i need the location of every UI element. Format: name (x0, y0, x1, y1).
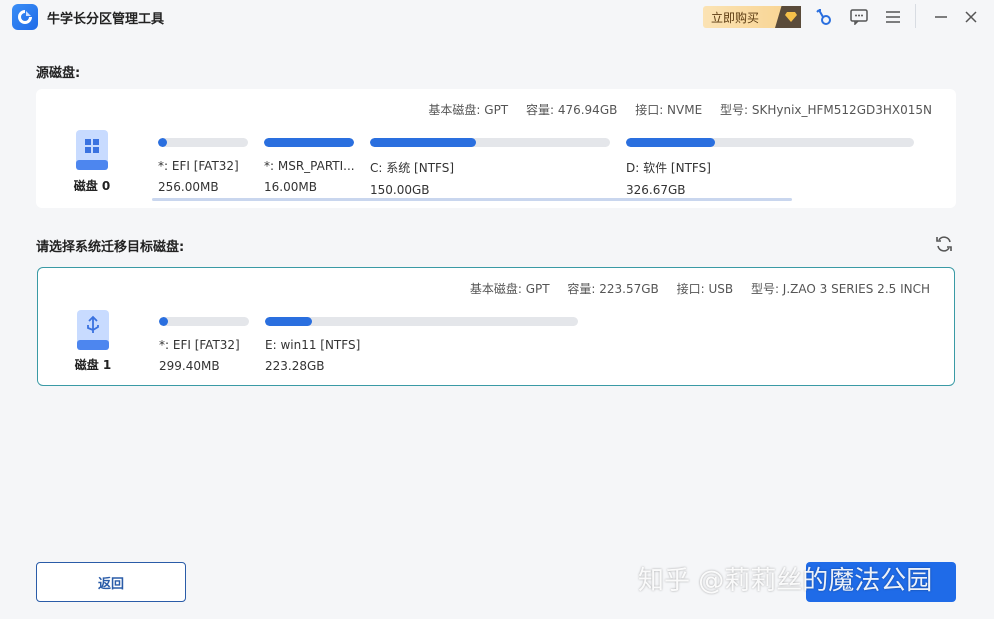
usb-disk-icon (76, 309, 110, 353)
title-bar: 牛学长分区管理工具 立即购买 (0, 0, 994, 34)
target-disk-label: 请选择系统迁移目标磁盘: (36, 240, 185, 255)
app-logo-icon (12, 4, 38, 30)
partition-usage-bar (158, 138, 248, 147)
back-button[interactable]: 返回 (36, 562, 186, 602)
partition-usage-fill (265, 317, 312, 326)
buy-now-button[interactable]: 立即购买 (703, 6, 801, 28)
disk-interface: 接口: USB (676, 282, 734, 296)
partition-usage-fill (159, 317, 168, 326)
partition-usage-bar (265, 317, 578, 326)
partition-name: *: MSR_PARTI... (264, 159, 354, 173)
partition-name: D: 软件 [NTFS] (626, 161, 711, 175)
partition-usage-fill (370, 138, 476, 147)
disk-capacity: 容量: 476.94GB (525, 103, 618, 117)
disk-type: 基本磁盘: GPT (428, 103, 509, 117)
source-disk-meta: 基本磁盘: GPT 容量: 476.94GB 接口: NVME 型号: SKHy… (414, 101, 932, 118)
app-window: 牛学长分区管理工具 立即购买 源磁盘: 基本磁盘: GPT 容量: 476.94… (0, 0, 994, 619)
target-disk-meta: 基本磁盘: GPT 容量: 223.57GB 接口: USB 型号: J.ZAO… (456, 280, 930, 297)
partition-size: 150.00GB (370, 183, 430, 197)
partition-usage-fill (264, 138, 354, 147)
title-bar-divider (915, 4, 916, 28)
watermark: 知乎 @莉莉丝的魔法公园 (638, 566, 933, 596)
partition-usage-fill (626, 138, 716, 147)
partition-size: 256.00MB (158, 180, 219, 194)
partition-size: 326.67GB (626, 183, 686, 197)
refresh-icon[interactable] (934, 234, 954, 254)
source-disk-label: 源磁盘: (36, 66, 81, 81)
disk-model: 型号: SKHynix_HFM512GD3HX015N (720, 103, 932, 117)
partition-name: *: EFI [FAT32] (159, 338, 240, 352)
feedback-icon[interactable] (848, 6, 870, 28)
partition-size: 223.28GB (265, 359, 325, 373)
menu-icon[interactable] (882, 6, 904, 28)
key-icon[interactable] (813, 6, 835, 28)
partition-efi[interactable]: *: EFI [FAT32] 299.40MB (159, 317, 249, 373)
partition-usage-bar (264, 138, 354, 147)
partition-size: 299.40MB (159, 359, 220, 373)
partition-usage-bar (370, 138, 610, 147)
partition-size: 16.00MB (264, 180, 317, 194)
partition-efi[interactable]: *: EFI [FAT32] 256.00MB (158, 138, 248, 194)
app-title: 牛学长分区管理工具 (47, 12, 165, 27)
target-disk-panel[interactable]: 基本磁盘: GPT 容量: 223.57GB 接口: USB 型号: J.ZAO… (37, 267, 955, 386)
hard-disk-icon (75, 129, 109, 173)
back-button-label: 返回 (97, 576, 124, 592)
partition-d[interactable]: D: 软件 [NTFS] 326.67GB (626, 138, 914, 197)
diamond-icon (775, 6, 801, 28)
partition-usage-bar (626, 138, 914, 147)
target-disk-name: 磁盘 1 (74, 358, 112, 372)
partition-usage-fill (158, 138, 167, 147)
partition-name: *: EFI [FAT32] (158, 159, 239, 173)
partition-e[interactable]: E: win11 [NTFS] 223.28GB (265, 317, 578, 373)
disk-capacity: 容量: 223.57GB (567, 282, 659, 296)
close-icon[interactable] (960, 6, 982, 28)
partition-name: C: 系统 [NTFS] (370, 161, 455, 175)
disk-model: 型号: J.ZAO 3 SERIES 2.5 INCH (750, 282, 930, 296)
partition-scrollbar[interactable] (152, 198, 792, 201)
disk-interface: 接口: NVME (635, 103, 703, 117)
disk-type: 基本磁盘: GPT (469, 282, 550, 296)
partition-c[interactable]: C: 系统 [NTFS] 150.00GB (370, 138, 610, 197)
source-disk-name: 磁盘 0 (73, 179, 111, 193)
minimize-icon[interactable] (930, 6, 952, 28)
buy-now-label: 立即购买 (711, 10, 760, 25)
partition-usage-bar (159, 317, 249, 326)
source-disk-panel: 基本磁盘: GPT 容量: 476.94GB 接口: NVME 型号: SKHy… (36, 89, 956, 208)
partition-name: E: win11 [NTFS] (265, 338, 361, 352)
partition-msr[interactable]: *: MSR_PARTI... 16.00MB (264, 138, 354, 194)
